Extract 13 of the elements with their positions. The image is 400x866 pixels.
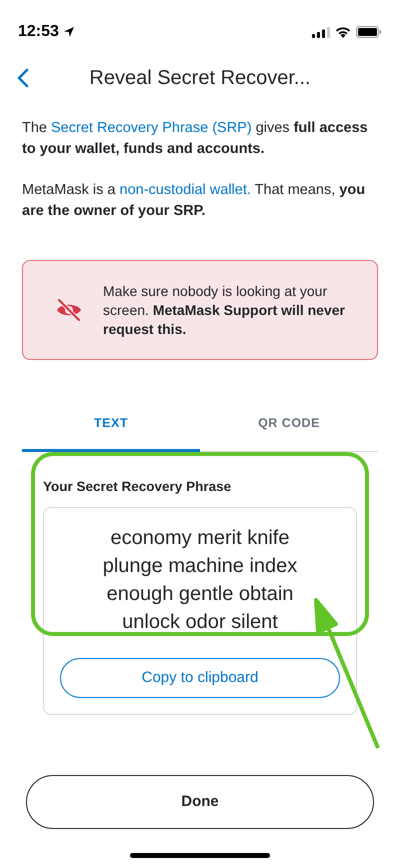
phrase-label: Your Secret Recovery Phrase — [43, 478, 232, 496]
status-time: 12:53 — [18, 22, 59, 42]
screen-title: Reveal Secret Recover... — [89, 66, 311, 91]
done-button[interactable]: Done — [26, 775, 374, 830]
tab[interactable]: QR CODE — [200, 412, 378, 452]
inline-link[interactable]: Secret Recovery Phrase (SRP) — [51, 120, 252, 136]
info-paragraph: MetaMask is a non-custodial wallet. That means, you are the owner of your SRP. — [22, 181, 366, 221]
tab[interactable]: TEXT — [22, 412, 200, 452]
recovery-phrase: economy merit knife plunge machine index enough gentle obtain unlock odor silent — [102, 526, 298, 636]
inline-link[interactable]: non-custodial wallet. — [120, 182, 251, 198]
info-paragraph: The Secret Recovery Phrase (SRP) gives full access to your wallet, funds and accounts. — [22, 119, 369, 159]
copy-button[interactable]: Copy to clipboard — [60, 658, 340, 698]
warning-text: Make sure nobody is looking at your screen. MetaMask Support will never request this. — [103, 282, 346, 338]
